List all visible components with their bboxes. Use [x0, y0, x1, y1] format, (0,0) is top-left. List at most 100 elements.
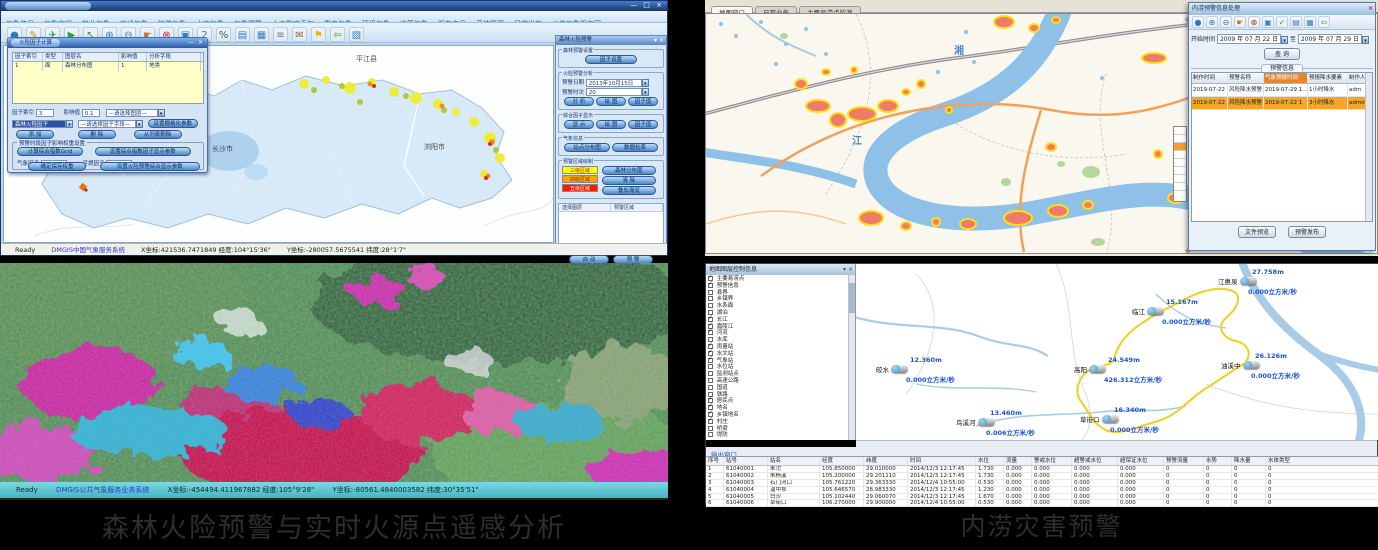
check-icon[interactable]: ✓ — [1276, 16, 1288, 28]
layer-item[interactable]: 水库 — [708, 337, 848, 344]
zoom-rate-icon[interactable]: % — [216, 27, 231, 42]
station-table-row[interactable]: 461040004温中坝 105.64657028.9833302014/12/… — [706, 487, 1378, 494]
column-header[interactable]: 超警戒水位 — [1072, 457, 1118, 465]
back-icon[interactable]: ⇦ — [1318, 16, 1330, 28]
layer-item[interactable]: 河流 — [708, 330, 848, 337]
mail-icon[interactable]: ✉ — [292, 27, 307, 42]
station-table-row[interactable]: 261040002朱杨溪 105.20000029.2011102014/12/… — [706, 473, 1378, 480]
table-vscrollbar[interactable] — [1365, 73, 1372, 221]
layer-item[interactable]: 居民点 — [708, 398, 848, 405]
column-header[interactable]: 序号 — [706, 457, 724, 465]
chevron-down-icon[interactable]: ▾ — [642, 79, 649, 87]
column-header[interactable]: 站名 — [768, 457, 820, 465]
image-icon[interactable]: ▦ — [1304, 16, 1316, 28]
layer-checkbox[interactable] — [708, 296, 713, 301]
layer-item[interactable]: 监测站点 — [708, 371, 848, 378]
analysis-button[interactable]: 分 析 — [564, 97, 594, 106]
column-header[interactable]: 流量 — [1004, 457, 1032, 465]
layer-checkbox[interactable] — [708, 303, 713, 308]
panel-bottom-button[interactable]: 预警发布 — [1288, 226, 1326, 238]
layer-checkbox[interactable] — [708, 290, 713, 295]
display-button[interactable]: 显 示 — [564, 120, 594, 129]
back-icon[interactable]: ⇦ — [330, 27, 345, 42]
pan-hand-icon[interactable]: ☛ — [1234, 16, 1246, 28]
layer-checkbox[interactable] — [708, 371, 713, 376]
layer-checkbox[interactable] — [708, 378, 713, 383]
chevron-down-icon[interactable]: ▾ — [66, 120, 73, 128]
print-icon[interactable]: ≡ — [273, 27, 288, 42]
layer-item[interactable]: 雨量站 — [708, 344, 848, 351]
layer-checkbox[interactable] — [708, 358, 713, 363]
column-header[interactable]: 警戒水位 — [1032, 457, 1072, 465]
chevron-down-icon[interactable]: ▾ — [1281, 36, 1288, 44]
satellite-raster[interactable] — [0, 263, 668, 482]
dialog-controls[interactable]: — × — [188, 39, 204, 46]
layer-checkbox[interactable] — [708, 364, 713, 369]
layer-item[interactable]: 地名 — [708, 405, 848, 412]
panel-titlebar[interactable]: 内涝预警信息处理 × — [1189, 3, 1375, 15]
zoom-out-icon[interactable]: ⊖ — [1220, 16, 1232, 28]
panel-title[interactable]: 森林火险预警 ▾ × — [556, 36, 666, 45]
region-button[interactable]: 叠加淹没 — [602, 186, 656, 195]
layer-item[interactable]: 村庄 — [708, 419, 848, 426]
factor-settings-button[interactable]: 因子设置 — [585, 55, 637, 64]
region-button[interactable]: 清 除 — [602, 176, 656, 185]
display-button[interactable]: 因子值 — [628, 120, 658, 129]
save-weight-button[interactable]: 确定保存权重 — [28, 162, 86, 171]
zoom-in-icon[interactable]: ⊕ — [1206, 16, 1218, 28]
layer-item[interactable]: 主要易涝点 — [708, 276, 848, 283]
layer-checkbox[interactable] — [708, 419, 713, 424]
station-table-row[interactable]: 361040003石门河口 105.76122029.3633302014/12… — [706, 480, 1378, 487]
hydro-station-marker[interactable]: 16.340m 草街口 0.000立方米/秒 — [1080, 406, 1159, 434]
hydro-station-marker[interactable]: 15.167m 临江 0.000立方米/秒 — [1132, 298, 1211, 326]
dialog-titlebar[interactable]: 火险因子计算 — × — [8, 38, 207, 48]
column-header[interactable]: 水体类型 — [1266, 457, 1378, 465]
hydro-station-marker[interactable]: 12.360m 皎水 0.000立方米/秒 — [876, 356, 955, 384]
layer-item[interactable]: 乡镇地名 — [708, 412, 848, 419]
hydro-station-marker[interactable]: 26.126m 油溪中 0.000立方米/秒 — [1221, 352, 1300, 380]
layer-item[interactable]: 高速公路 — [708, 378, 848, 385]
start-date-picker[interactable]: 2009 年 07 月 22 日 — [1217, 34, 1281, 44]
warning-table[interactable]: 制作时间 预警名称 气象预报时间 预报降水要素 制作人 2019-07-22 1… — [1191, 72, 1373, 222]
window-controls[interactable]: — □ × — [630, 1, 664, 9]
end-date-picker[interactable]: 2009 年 07 月 29 日 — [1298, 34, 1362, 44]
warn-time-select[interactable]: 20 — [586, 88, 642, 96]
station-map[interactable]: 12.360m 皎水 0.000立方米/秒 13.460m 鸟溪河 0.006立… — [856, 264, 1378, 440]
globe-icon[interactable]: ● — [1192, 16, 1204, 28]
layer-item[interactable]: 湖泊 — [708, 310, 848, 317]
factor-table[interactable]: 因子索引类型图层名影响值分析字段 1面森林分布图1地类 — [12, 52, 204, 104]
map-window-icon[interactable]: ▣ — [1262, 16, 1274, 28]
layer-panel-title[interactable]: 地图图层控制信息 ▾ × — [706, 264, 855, 275]
analysis-button[interactable]: 绘 图 — [596, 97, 626, 106]
layers-icon[interactable]: ▤ — [235, 27, 250, 42]
layer-checkbox[interactable] — [708, 330, 713, 335]
layer-region-list[interactable]: 选择图层 预警区域 — [558, 203, 664, 245]
panel-bottom-button[interactable]: 文件预览 — [1238, 226, 1276, 238]
flag-icon[interactable]: ⚑ — [311, 27, 326, 42]
impact-input[interactable]: 0.1 — [82, 109, 100, 117]
layers-icon[interactable]: ▤ — [1290, 16, 1302, 28]
column-header[interactable]: 纬度 — [864, 457, 908, 465]
chevron-down-icon[interactable]: ▾ — [642, 88, 649, 96]
factor-table-row[interactable]: 1面森林分布图1地类 — [13, 62, 203, 71]
factor-index-input[interactable]: 3 — [36, 109, 54, 117]
layer-item[interactable]: 水系面 — [708, 303, 848, 310]
warn-date-select[interactable]: 2013年10月15日 — [586, 79, 642, 87]
layer-item[interactable]: 长江 — [708, 317, 848, 324]
region-button[interactable]: 森林分布图 — [602, 166, 656, 175]
layer-checkbox[interactable] — [708, 432, 713, 437]
factor-select[interactable]: 森林火险因子 — [12, 120, 66, 128]
warn-display-button[interactable]: 设置火险预警综合显示参数 — [100, 162, 200, 171]
chart-icon[interactable]: ▧ — [349, 27, 364, 42]
hydro-station-marker[interactable]: 13.460m 鸟溪河 0.006立方米/秒 — [956, 409, 1035, 437]
hydro-station-marker[interactable]: 24.549m 高阳 426.312立方米/秒 — [1074, 356, 1162, 384]
calc-grid-button[interactable]: 计算综合指数Grid — [17, 147, 83, 156]
column-header[interactable]: 超保证水位 — [1118, 457, 1164, 465]
layer-item[interactable]: 桥梁 — [708, 426, 848, 433]
query-button[interactable]: 查 询 — [1264, 48, 1300, 60]
column-header[interactable]: 预警流量 — [1164, 457, 1204, 465]
layer-checkbox[interactable] — [708, 426, 713, 431]
field-select[interactable]: —请选择因子字段— — [78, 120, 136, 128]
chevron-down-icon[interactable]: ▾ — [158, 109, 165, 117]
weather-info-button[interactable]: 数据检索 — [612, 143, 658, 152]
